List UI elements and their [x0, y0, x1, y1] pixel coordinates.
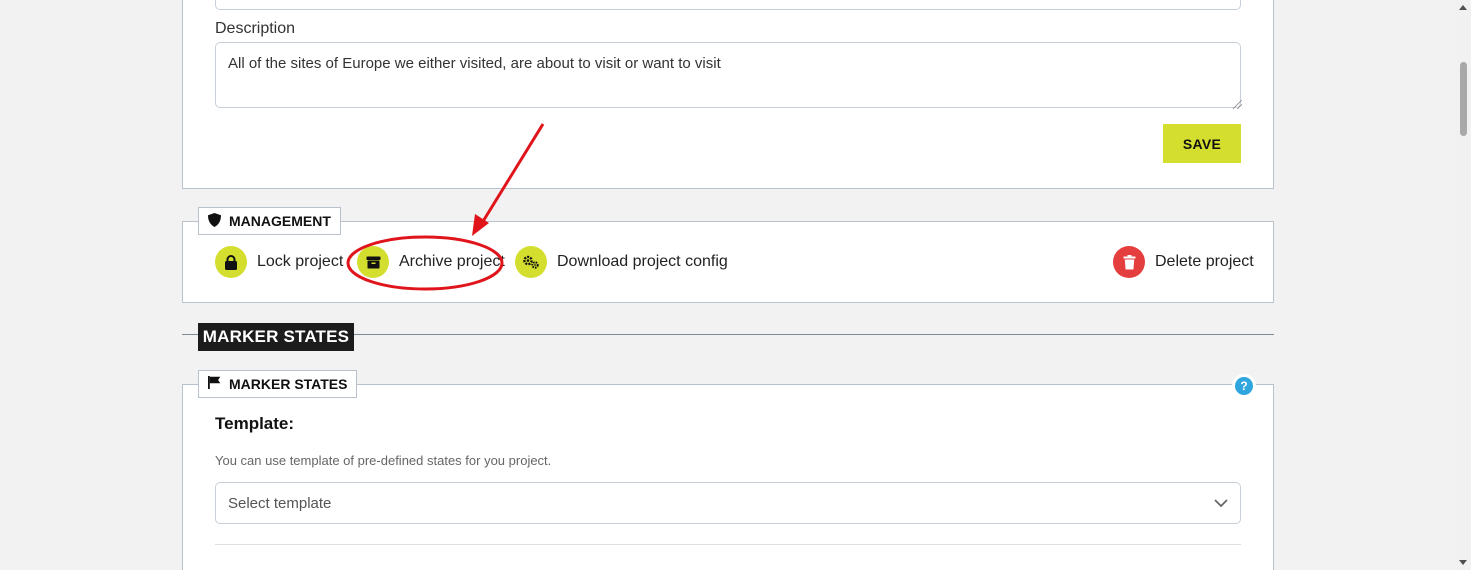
marker-states-section-title: MARKER STATES	[198, 323, 354, 351]
marker-states-legend-text: MARKER STATES	[229, 376, 348, 392]
download-config-label: Download project config	[557, 253, 728, 270]
content-divider	[215, 544, 1241, 545]
gears-icon	[515, 246, 547, 278]
template-select-value: Select template	[228, 494, 332, 512]
management-card: Lock project Archive project Download pr…	[182, 221, 1274, 303]
description-label: Description	[215, 20, 296, 37]
template-select[interactable]: Select template	[215, 482, 1241, 524]
lock-project-label: Lock project	[257, 253, 344, 270]
trash-icon	[1113, 246, 1145, 278]
archive-icon	[357, 246, 389, 278]
flag-icon	[208, 376, 221, 392]
management-legend-text: MANAGEMENT	[229, 213, 331, 229]
shield-icon	[208, 212, 221, 230]
description-textarea[interactable]: All of the sites of Europe we either vis…	[215, 42, 1241, 108]
page-scrollbar[interactable]	[1456, 0, 1471, 570]
scroll-up-icon[interactable]	[1459, 5, 1467, 10]
name-input[interactable]	[215, 0, 1241, 10]
lock-icon	[215, 246, 247, 278]
archive-project-button[interactable]: Archive project	[357, 246, 505, 278]
archive-project-label: Archive project	[399, 253, 505, 270]
template-hint: You can use template of pre-defined stat…	[215, 453, 552, 468]
template-title: Template:	[215, 414, 295, 433]
marker-states-legend: MARKER STATES	[198, 370, 358, 398]
marker-states-card: ? Template: You can use template of pre-…	[182, 377, 1274, 570]
save-button[interactable]: SAVE	[1163, 124, 1241, 163]
project-form-card: Description All of the sites of Europe w…	[182, 0, 1274, 189]
scroll-thumb[interactable]	[1460, 62, 1467, 136]
scroll-down-icon[interactable]	[1459, 560, 1467, 565]
chevron-down-icon	[1214, 495, 1228, 512]
lock-project-button[interactable]: Lock project	[215, 246, 343, 278]
download-config-button[interactable]: Download project config	[515, 246, 728, 278]
delete-project-label: Delete project	[1155, 253, 1254, 270]
resize-handle[interactable]	[1233, 100, 1242, 109]
help-icon[interactable]: ?	[1235, 377, 1253, 395]
management-legend: MANAGEMENT	[198, 207, 341, 235]
delete-project-button[interactable]: Delete project	[1113, 246, 1254, 278]
